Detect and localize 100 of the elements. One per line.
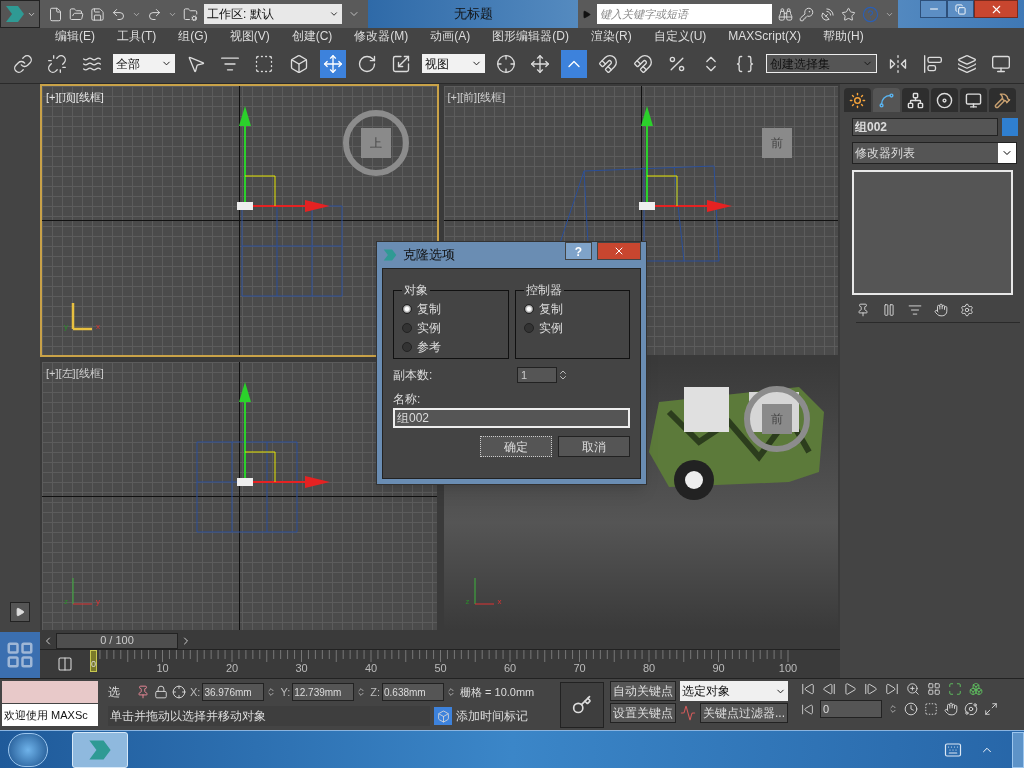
menu-item[interactable]: 编辑(E) xyxy=(55,30,95,42)
project-folder-icon[interactable] xyxy=(183,6,198,22)
coordinate-field[interactable]: 0.638mm xyxy=(382,683,444,701)
menu-item[interactable]: MAXScript(X) xyxy=(728,30,802,42)
previous-frame-icon[interactable] xyxy=(822,682,836,696)
radio-button[interactable] xyxy=(402,341,412,352)
menu-item[interactable]: 视图(V) xyxy=(229,30,270,42)
modifier-stack-list[interactable] xyxy=(852,170,1013,295)
menu-item[interactable]: 组(G) xyxy=(178,30,208,42)
zoom-all-icon[interactable] xyxy=(927,682,941,696)
script-listener-input[interactable] xyxy=(2,681,98,703)
new-file-icon[interactable] xyxy=(48,6,63,22)
spinner-arrows-icon[interactable] xyxy=(888,704,898,714)
spinner-arrows-icon[interactable] xyxy=(266,687,277,697)
star-icon[interactable] xyxy=(841,6,856,22)
key-filters-button[interactable]: 关键点过滤器... xyxy=(700,703,788,723)
keyboard-icon[interactable] xyxy=(944,740,962,759)
toolbar-button[interactable] xyxy=(319,49,346,78)
toolbar-dropdown[interactable]: 视图 xyxy=(422,54,485,73)
configure-sets-icon[interactable] xyxy=(960,302,974,317)
satellite-dish-icon[interactable] xyxy=(820,6,835,22)
viewport-label[interactable]: [+][左][线框] xyxy=(46,364,104,381)
menu-item[interactable]: 动画(A) xyxy=(430,30,471,42)
zoom-extents-all-icon[interactable] xyxy=(969,682,983,696)
search-field[interactable]: 键入关键字或短语 xyxy=(597,4,772,24)
key-mode-toggle-icon[interactable] xyxy=(801,702,814,716)
workspace-dropdown[interactable]: 工作区: 默认 xyxy=(204,4,342,24)
taskbar-app-button[interactable] xyxy=(72,731,128,768)
panel-tab[interactable] xyxy=(960,88,987,112)
set-key-button[interactable] xyxy=(560,682,604,728)
mini-curve-editor-icon[interactable] xyxy=(57,656,73,672)
go-to-end-icon[interactable] xyxy=(885,682,899,696)
pin-stack-icon[interactable] xyxy=(856,302,870,317)
lock-icon[interactable] xyxy=(154,685,168,699)
radio-option[interactable]: 复制 xyxy=(523,299,621,318)
object-color-swatch[interactable] xyxy=(1002,118,1018,136)
toolbar-button[interactable] xyxy=(560,49,588,78)
radio-option[interactable]: 参考 xyxy=(402,337,500,356)
object-name-field[interactable]: 组002 xyxy=(852,118,998,136)
name-field[interactable]: 组002 xyxy=(393,408,630,428)
coordinate-field[interactable]: 12.739mm xyxy=(292,683,355,701)
viewport-label[interactable]: [+][前][线框] xyxy=(447,89,506,106)
menu-item[interactable]: 渲染(R) xyxy=(591,30,632,42)
play-icon[interactable] xyxy=(843,682,857,696)
spinner-arrows-icon[interactable] xyxy=(557,369,569,381)
script-listener-output[interactable]: 欢迎使用 MAXSc xyxy=(2,704,98,726)
pin-icon[interactable] xyxy=(136,685,150,699)
menu-item[interactable]: 帮助(H) xyxy=(823,30,864,42)
zoom-extents-icon[interactable] xyxy=(948,682,962,696)
ok-button[interactable]: 确定 xyxy=(480,436,552,457)
redo-icon[interactable] xyxy=(147,6,162,22)
panel-tab[interactable] xyxy=(931,88,958,112)
radio-option[interactable]: 实例 xyxy=(402,318,500,337)
binoculars-icon[interactable] xyxy=(778,6,793,22)
radio-button[interactable] xyxy=(523,303,534,314)
copies-spinner-field[interactable]: 1 xyxy=(517,367,557,383)
radio-button[interactable] xyxy=(402,303,412,314)
zoom-icon[interactable] xyxy=(906,682,920,696)
coordinate-field[interactable]: 36.976mm xyxy=(202,683,265,701)
pan-icon[interactable] xyxy=(944,702,958,716)
menu-item[interactable]: 创建(C) xyxy=(291,30,333,42)
key-icon[interactable] xyxy=(799,6,814,22)
app-menu-button[interactable] xyxy=(0,0,40,28)
open-folder-icon[interactable] xyxy=(69,6,84,22)
show-end-result-icon[interactable] xyxy=(882,302,896,317)
toolbar-dropdown[interactable]: 全部 xyxy=(112,54,175,73)
panel-tab[interactable] xyxy=(902,88,929,112)
start-button[interactable] xyxy=(8,732,48,767)
maximize-viewport-icon[interactable] xyxy=(984,702,998,716)
restore-button[interactable] xyxy=(947,0,974,18)
undo-icon[interactable] xyxy=(111,6,126,22)
radio-option[interactable]: 实例 xyxy=(523,318,621,337)
viewport-layout-button[interactable] xyxy=(0,632,40,678)
current-frame-field[interactable]: 0 xyxy=(820,700,882,718)
menu-item[interactable]: 修改器(M) xyxy=(354,30,409,42)
make-unique-icon[interactable] xyxy=(908,302,922,317)
spinner-arrows-icon[interactable] xyxy=(356,687,367,697)
menu-item[interactable]: 工具(T) xyxy=(117,30,157,42)
next-frame-icon[interactable] xyxy=(864,682,878,696)
cancel-button[interactable]: 取消 xyxy=(558,436,630,457)
radio-button[interactable] xyxy=(402,322,412,333)
time-configuration-icon[interactable] xyxy=(904,702,918,716)
go-to-start-icon[interactable] xyxy=(801,682,815,696)
key-set-dropdown[interactable]: 选定对象 xyxy=(680,681,788,701)
viewport-label[interactable]: [+][顶][线框] xyxy=(46,89,104,106)
radio-button[interactable] xyxy=(523,322,534,333)
show-desktop-button[interactable] xyxy=(1012,731,1024,768)
auto-key-button[interactable]: 自动关键点 xyxy=(610,681,676,701)
time-tag-text[interactable]: 添加时间标记 xyxy=(456,707,528,725)
remove-modifier-icon[interactable] xyxy=(934,302,948,317)
absolute-mode-icon[interactable] xyxy=(172,685,186,699)
save-icon[interactable] xyxy=(90,6,105,22)
triangle-icon[interactable] xyxy=(582,9,591,19)
menu-item[interactable]: 图形编辑器(D) xyxy=(492,30,569,42)
panel-tab[interactable] xyxy=(989,88,1016,112)
orbit-icon[interactable] xyxy=(964,702,978,716)
expand-panel-button[interactable] xyxy=(10,602,30,622)
minimize-button[interactable] xyxy=(920,0,947,18)
modifier-list-dropdown[interactable]: 修改器列表 xyxy=(852,142,1017,164)
current-frame-marker[interactable]: 0 xyxy=(90,650,97,672)
